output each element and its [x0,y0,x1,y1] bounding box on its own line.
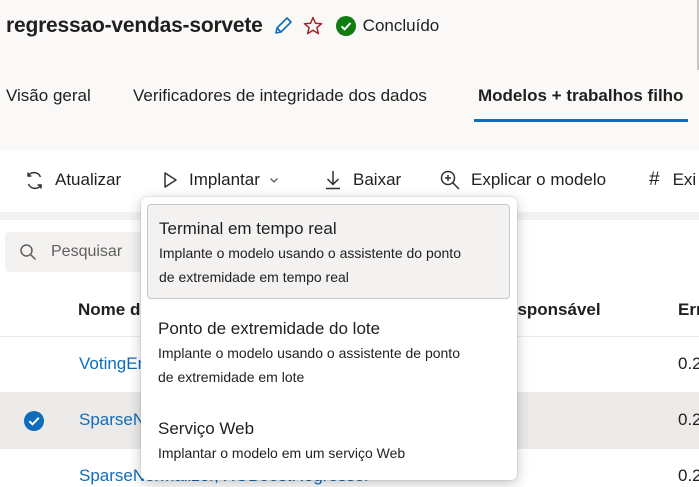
menu-item-title: Serviço Web [158,419,255,438]
menu-item-batch-endpoint[interactable]: Ponto de extremidade do lote Implante o … [147,305,510,399]
menu-item-title: Terminal em tempo real [159,219,337,238]
play-icon [164,172,177,188]
tab-data-guardrails[interactable]: Verificadores de integridade dos dados [133,86,427,106]
search-icon [20,244,37,261]
tab-models-child-jobs[interactable]: Modelos + trabalhos filho [478,86,683,106]
refresh-button[interactable]: Atualizar [24,166,121,194]
page-title: regressao-vendas-sorvete [6,14,263,37]
menu-item-web-service[interactable]: Serviço Web Implantar o modelo em um ser… [147,405,510,473]
error-value: 0.2 [678,466,699,485]
column-header-error[interactable]: Err [678,300,699,320]
refresh-icon [27,171,42,189]
menu-item-description: Implante o modelo usando o assistente de… [158,341,499,389]
edit-pencil-icon[interactable] [272,15,294,37]
column-header-owner[interactable]: esponsável [508,300,601,320]
menu-item-description-line: de extremidade em tempo real [159,269,349,285]
menu-item-description: Implante o modelo usando o assistente do… [159,241,498,289]
menu-item-realtime-endpoint[interactable]: Terminal em tempo real Implante o modelo… [147,204,510,299]
more-command-button[interactable]: # Exi [649,166,696,194]
menu-item-description-line: Implantar o modelo em um serviço Web [158,445,406,461]
download-icon [326,171,340,190]
deploy-dropdown-button[interactable]: Implantar [161,166,280,194]
active-tab-indicator [474,119,688,122]
explain-model-label: Explicar o modelo [471,170,607,189]
status-badge: Concluído [335,16,440,36]
row-selected-check-icon[interactable] [23,410,45,432]
refresh-label: Atualizar [55,170,122,189]
hash-icon: # [649,169,660,190]
status-label: Concluído [362,16,440,35]
menu-item-title: Ponto de extremidade do lote [158,319,381,338]
menu-item-description-line: Implante o modelo usando o assistente do… [159,245,461,261]
download-button[interactable]: Baixar [323,166,401,194]
menu-item-description-line: de extremidade em lote [158,369,305,385]
menu-item-description-line: Implante o modelo usando o assistente de… [158,345,460,361]
download-label: Baixar [353,170,402,189]
success-check-icon [335,16,356,36]
tab-bar: Visão geral Verificadores de integridade… [0,76,699,122]
favorite-star-icon[interactable] [302,15,324,37]
model-name-link[interactable]: VotingEn [79,354,147,374]
page-header: regressao-vendas-sorvete Concluído Visão… [0,0,699,150]
explain-model-button[interactable]: Explicar o modelo [439,166,606,194]
more-command-label: Exi [672,170,697,189]
error-value: 0.2 [678,354,699,373]
title-row: regressao-vendas-sorvete Concluído [6,12,439,40]
deploy-label: Implantar [189,170,260,189]
tab-overview[interactable]: Visão geral [6,86,91,106]
zoom-explain-icon [440,170,460,190]
error-value: 0.2 [678,410,699,429]
menu-item-description: Implantar o modelo em um serviço Web [158,441,499,465]
column-header-name[interactable]: Nome d [78,300,140,320]
model-name-link[interactable]: SparseN [79,410,145,430]
chevron-down-icon [269,178,278,183]
deploy-dropdown-menu: Terminal em tempo real Implante o modelo… [141,197,517,480]
